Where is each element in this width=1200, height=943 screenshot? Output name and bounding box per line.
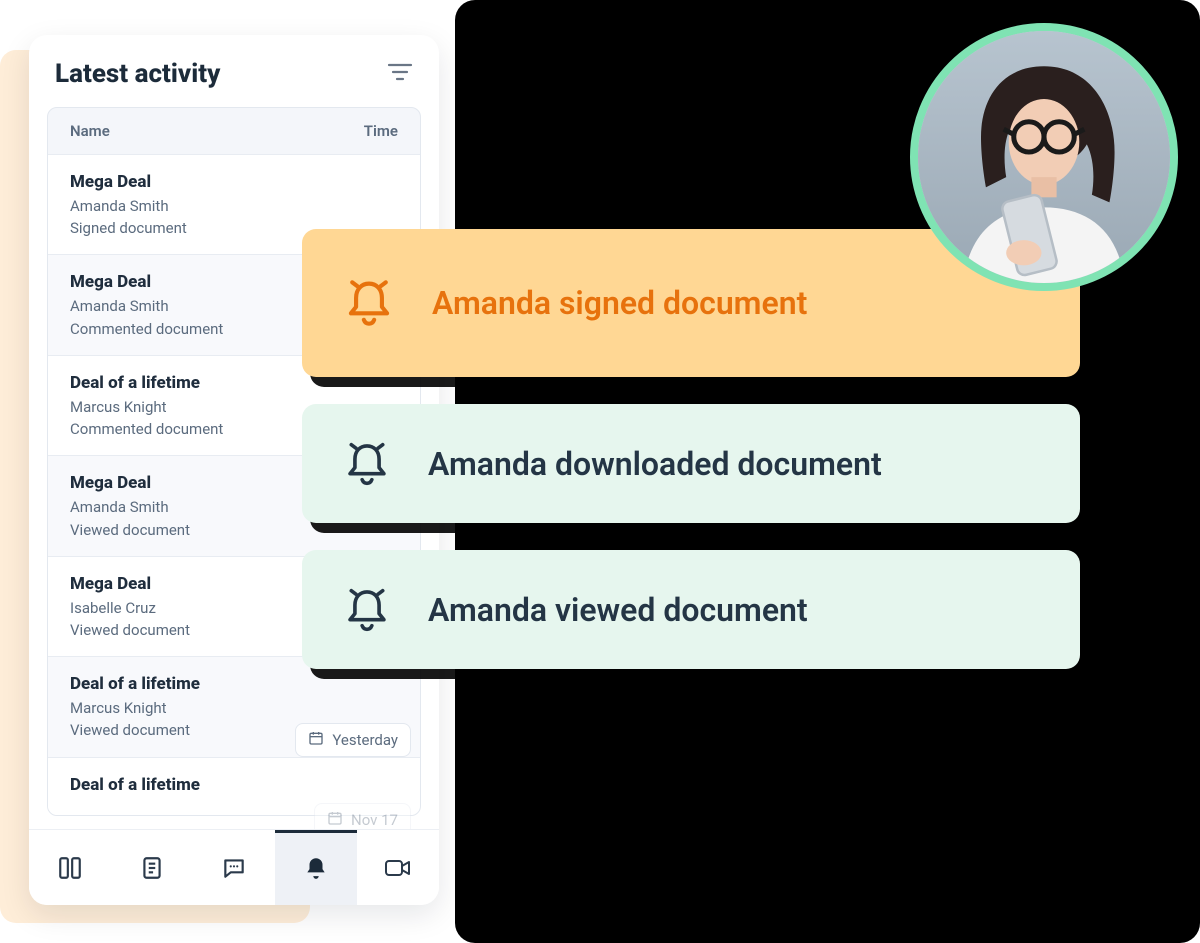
- nav-document[interactable]: [111, 830, 193, 905]
- row-person: Amanda Smith: [70, 196, 398, 216]
- toast-text: Amanda signed document: [432, 284, 807, 322]
- nav-chat[interactable]: [193, 830, 275, 905]
- toast-text: Amanda downloaded document: [428, 445, 882, 483]
- bottom-nav: [29, 829, 439, 905]
- bell-icon: [338, 435, 396, 493]
- panel-title: Latest activity: [55, 59, 220, 89]
- row-deal: Mega Deal: [70, 171, 398, 194]
- bell-icon: [338, 272, 400, 334]
- date-chip-label: Nov 17: [351, 811, 398, 829]
- calendar-icon: [327, 810, 343, 830]
- col-time-label: Time: [364, 122, 398, 140]
- toast-text: Amanda viewed document: [428, 591, 808, 629]
- filter-icon[interactable]: [387, 62, 413, 86]
- nav-notifications[interactable]: [275, 830, 357, 905]
- nav-layout[interactable]: [29, 830, 111, 905]
- date-chip: Yesterday: [295, 723, 411, 757]
- nav-video[interactable]: [357, 830, 439, 905]
- date-chip-label: Yesterday: [332, 731, 398, 749]
- list-header: Name Time: [48, 108, 420, 154]
- toast-viewed[interactable]: Amanda viewed document: [302, 550, 1080, 669]
- canvas: Latest activity Name Time Mega Deal Aman…: [0, 0, 1200, 943]
- calendar-icon: [308, 730, 324, 750]
- row-deal: Deal of a lifetime: [70, 673, 398, 696]
- row-person: Marcus Knight: [70, 698, 398, 718]
- col-name-label: Name: [70, 122, 110, 140]
- row-deal: Deal of a lifetime: [70, 774, 398, 797]
- bell-icon: [338, 581, 396, 639]
- toast-downloaded[interactable]: Amanda downloaded document: [302, 404, 1080, 523]
- panel-header: Latest activity: [29, 35, 439, 107]
- user-avatar: [910, 23, 1178, 291]
